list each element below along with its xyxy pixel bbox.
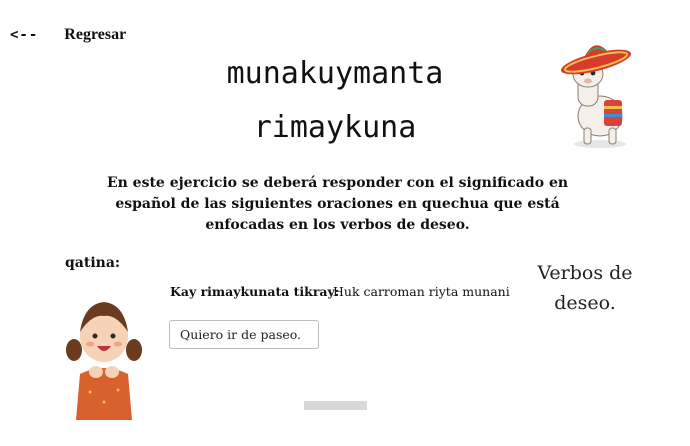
back-label[interactable]: Regresar [64,26,126,44]
topic-label: Verbos de deseo. [537,262,633,314]
answer-input[interactable] [169,320,319,349]
section-label: qatina: [65,255,121,271]
girl-with-pigtails-icon [66,302,142,420]
prompt-sentence: Huk carroman riyta munani [333,284,510,299]
instructions-text: En este ejercicio se deberá responder co… [106,175,569,233]
back-link[interactable]: <-- Regresar [10,26,126,44]
prompt-label: Kay rimaykunata tikray: [170,284,340,299]
back-arrow-icon[interactable]: <-- [10,27,38,43]
submit-button[interactable] [304,401,367,410]
llama-with-sombrero-icon [561,45,631,148]
